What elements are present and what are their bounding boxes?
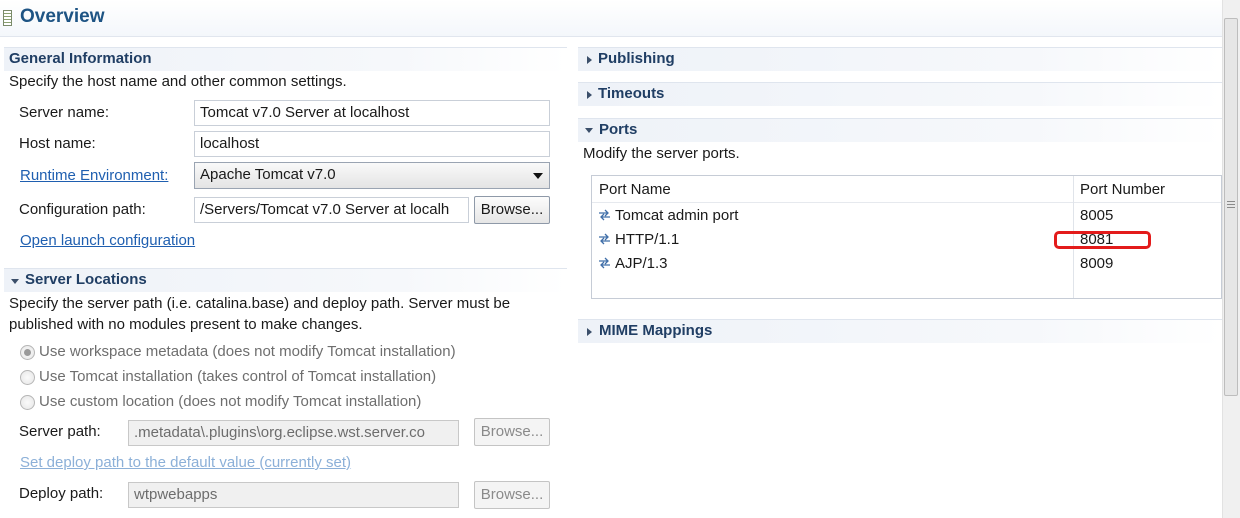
timeouts-title: Timeouts <box>598 85 665 102</box>
port-icon <box>599 257 610 269</box>
table-row[interactable]: AJP/1.3 8009 <box>592 252 1221 276</box>
port-number-header[interactable]: Port Number <box>1080 181 1165 198</box>
workspace-metadata-radio[interactable] <box>20 345 35 360</box>
server-name-field[interactable]: Tomcat v7.0 Server at localhost <box>194 100 550 126</box>
table-row[interactable]: Tomcat admin port 8005 <box>592 204 1221 228</box>
deploy-path-label: Deploy path: <box>19 485 104 502</box>
dropdown-arrow-icon <box>533 173 543 179</box>
server-path-label: Server path: <box>19 423 101 440</box>
runtime-environment-select[interactable]: Apache Tomcat v7.0 <box>194 162 550 189</box>
server-path-field[interactable]: .metadata\.plugins\org.eclipse.wst.serve… <box>128 420 459 446</box>
chevron-right-icon[interactable] <box>587 56 592 64</box>
server-locations-description-1: Specify the server path (i.e. catalina.b… <box>9 295 511 312</box>
editor-icon <box>3 10 12 26</box>
port-icon <box>599 233 610 245</box>
mime-mappings-title: MIME Mappings <box>599 322 713 339</box>
chevron-down-icon[interactable] <box>585 128 593 133</box>
server-locations-description-2: published with no modules present to mak… <box>9 316 363 333</box>
scrollbar-grip-icon <box>1227 204 1235 205</box>
scrollbar-grip-icon <box>1227 207 1235 208</box>
page-title: Overview <box>20 6 105 27</box>
port-name-cell: Tomcat admin port <box>615 207 739 224</box>
open-launch-configuration-link[interactable]: Open launch configuration <box>20 232 195 249</box>
port-number-cell[interactable]: 8005 <box>1080 207 1113 224</box>
runtime-environment-value: Apache Tomcat v7.0 <box>200 166 336 183</box>
set-deploy-path-link[interactable]: Set deploy path to the default value (cu… <box>20 454 351 471</box>
host-name-field[interactable]: localhost <box>194 131 550 157</box>
server-path-browse-button[interactable]: Browse... <box>474 418 550 446</box>
configuration-path-label: Configuration path: <box>19 201 146 218</box>
deploy-path-field[interactable]: wtpwebapps <box>128 482 459 508</box>
workspace-metadata-label: Use workspace metadata (does not modify … <box>39 343 456 360</box>
chevron-right-icon[interactable] <box>587 91 592 99</box>
port-name-header[interactable]: Port Name <box>599 181 671 198</box>
editor-header <box>0 0 1222 37</box>
port-number-cell[interactable]: 8009 <box>1080 255 1113 272</box>
deploy-path-browse-button[interactable]: Browse... <box>474 481 550 509</box>
timeouts-header[interactable] <box>578 82 1222 106</box>
custom-location-radio[interactable] <box>20 395 35 410</box>
tomcat-installation-radio[interactable] <box>20 370 35 385</box>
configuration-path-field[interactable]: /Servers/Tomcat v7.0 Server at localh <box>194 197 469 223</box>
runtime-environment-link[interactable]: Runtime Environment: <box>20 167 168 184</box>
general-information-title: General Information <box>9 50 152 67</box>
port-name-cell: HTTP/1.1 <box>615 231 680 248</box>
server-name-label: Server name: <box>19 104 110 121</box>
chevron-down-icon[interactable] <box>11 279 19 284</box>
ports-title: Ports <box>599 121 638 138</box>
port-icon <box>599 209 610 221</box>
port-name-cell: AJP/1.3 <box>615 255 668 272</box>
ports-description: Modify the server ports. <box>583 145 740 162</box>
tomcat-installation-label: Use Tomcat installation (takes control o… <box>39 368 437 385</box>
scrollbar-grip-icon <box>1227 201 1235 202</box>
host-name-label: Host name: <box>19 135 96 152</box>
general-information-description: Specify the host name and other common s… <box>9 73 347 90</box>
publishing-title: Publishing <box>598 50 675 67</box>
server-locations-title: Server Locations <box>25 271 147 288</box>
ports-header[interactable] <box>578 118 1222 142</box>
configuration-browse-button[interactable]: Browse... <box>474 196 550 224</box>
custom-location-label: Use custom location (does not modify Tom… <box>39 393 422 410</box>
highlight-annotation <box>1054 231 1151 249</box>
chevron-right-icon[interactable] <box>587 328 592 336</box>
